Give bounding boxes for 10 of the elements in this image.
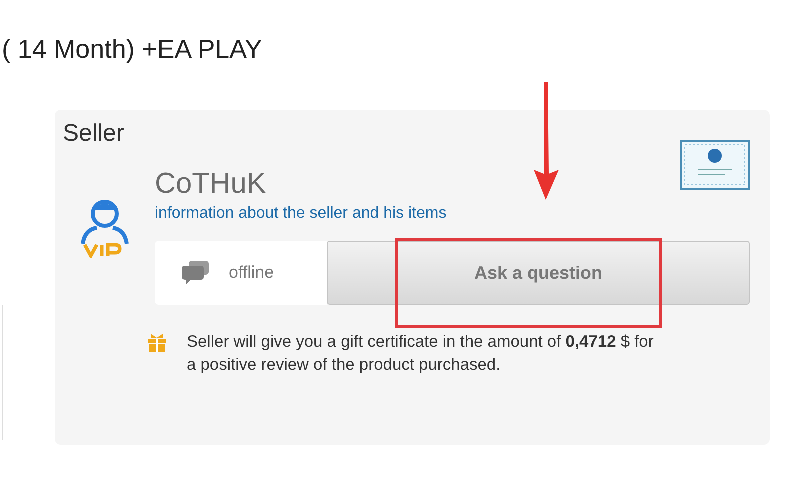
section-heading: Seller [63, 120, 124, 149]
chat-icon [181, 260, 211, 286]
seller-info-link[interactable]: information about the seller and his items [155, 205, 750, 223]
ask-question-button[interactable]: Ask a question [327, 241, 750, 305]
seller-name: CoTHuK [155, 168, 268, 201]
gift-notice: Seller will give you a gift certificate in the amount of 0,4712 $ for a positive review of the product purchased. [187, 332, 655, 376]
product-title: ( 14 Month) +EA PLAY [2, 34, 262, 65]
certificate-icon [680, 140, 750, 190]
status-label: offline [229, 263, 274, 283]
gift-icon [147, 333, 167, 353]
